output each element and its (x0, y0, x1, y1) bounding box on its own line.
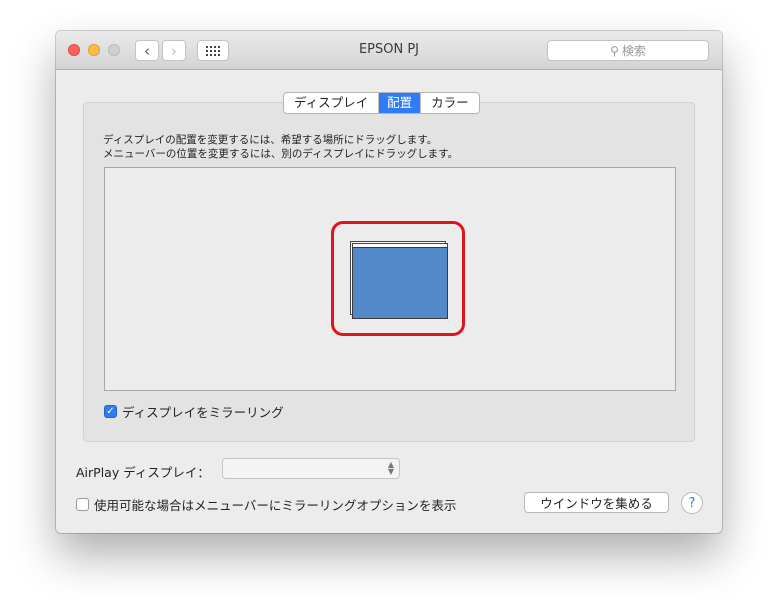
mirror-displays-option[interactable]: ✓ ディスプレイをミラーリング (104, 402, 284, 421)
show-all-button[interactable] (197, 40, 229, 61)
instruction-line-1: ディスプレイの配置を変更するには、希望する場所にドラッグします。 (103, 134, 438, 146)
gather-windows-button[interactable]: ウインドウを集める (524, 492, 669, 513)
back-button[interactable]: ‹ (135, 40, 159, 61)
window-title: EPSON PJ (358, 42, 420, 57)
tab-bar: ディスプレイ 配置 カラー (283, 92, 480, 114)
show-mirroring-options-checkbox[interactable] (76, 498, 89, 511)
show-mirroring-options-label: 使用可能な場合はメニューバーにミラーリングオプションを表示 (94, 498, 457, 513)
tab-color[interactable]: カラー (421, 93, 479, 113)
airplay-display-label: AirPlay ディスプレイ： (76, 465, 210, 480)
mirror-displays-label: ディスプレイをミラーリング (122, 405, 284, 420)
instruction-line-2: メニューバーの位置を変更するには、別のディスプレイにドラッグします。 (103, 148, 459, 160)
forward-button[interactable]: › (162, 40, 186, 61)
airplay-display-select[interactable]: ▲ ▼ (222, 458, 400, 479)
highlight-annotation (331, 221, 465, 336)
chevron-right-icon: › (171, 41, 177, 60)
tab-arrangement[interactable]: 配置 (379, 93, 422, 113)
close-window-button[interactable] (68, 44, 80, 56)
zoom-window-button[interactable] (108, 44, 120, 56)
search-field[interactable]: ⚲ 検索 (547, 40, 709, 61)
title-bar: ‹ › EPSON PJ ⚲ 検索 (56, 31, 722, 70)
minimize-window-button[interactable] (88, 44, 100, 56)
search-placeholder: 検索 (621, 44, 646, 58)
grid-icon (206, 45, 220, 56)
tab-display[interactable]: ディスプレイ (284, 93, 380, 113)
help-button[interactable]: ? (681, 492, 703, 514)
updown-arrows-icon: ▲ ▼ (387, 460, 394, 476)
help-icon: ? (688, 495, 696, 511)
mirror-displays-checkbox[interactable]: ✓ (104, 405, 117, 418)
search-icon: ⚲ (610, 43, 619, 58)
show-mirroring-options-option[interactable]: 使用可能な場合はメニューバーにミラーリングオプションを表示 (76, 495, 456, 514)
arrangement-instructions: ディスプレイの配置を変更するには、希望する場所にドラッグします。 メニューバーの… (103, 133, 458, 161)
chevron-left-icon: ‹ (144, 41, 150, 60)
system-preferences-window: ‹ › EPSON PJ ⚲ 検索 ディスプレイ 配置 カラー ディスプレイの配… (56, 31, 722, 533)
checkmark-icon: ✓ (106, 405, 115, 417)
